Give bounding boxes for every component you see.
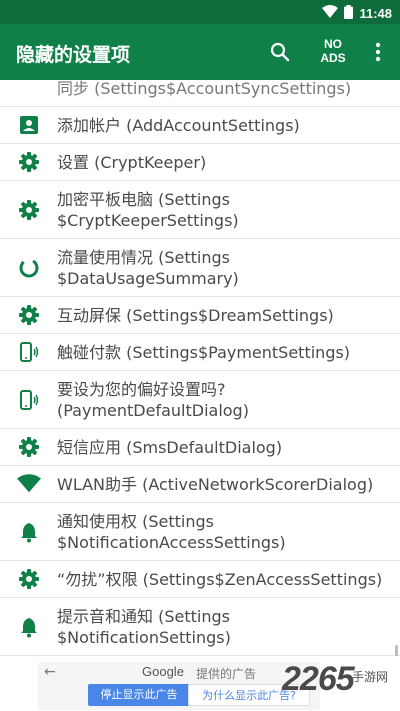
list-item-label: WLAN助手 (ActiveNetworkScorerDialog) xyxy=(57,474,374,494)
list-item-label: 流量使用情况 (Settings $DataUsageSummary) xyxy=(57,247,239,288)
list-item[interactable]: “勿扰”权限 (Settings$ZenAccessSettings) xyxy=(0,561,400,598)
status-time: 11:48 xyxy=(359,6,392,21)
ad-banner: ← Google 提供的广告 停止显示此广告 为什么显示此广告? 2265 手游… xyxy=(0,656,400,711)
ad-box: ← Google 提供的广告 停止显示此广告 为什么显示此广告? xyxy=(38,662,320,710)
watermark-site: 手游网 xyxy=(352,670,389,684)
gear-icon xyxy=(17,435,41,459)
gear-icon xyxy=(17,303,41,327)
page-title: 隐藏的设置项 xyxy=(16,44,131,66)
list-item-label: “勿扰”权限 (Settings$ZenAccessSettings) xyxy=(57,569,383,589)
ad-provided-text: 提供的广告 xyxy=(196,667,257,681)
search-icon xyxy=(270,42,290,62)
list-item[interactable]: 设置 (CryptKeeper) xyxy=(0,144,400,181)
list-item-label: 触碰付款 (Settings$PaymentSettings) xyxy=(57,342,351,362)
list-item-label: 添加帐户 (AddAccountSettings) xyxy=(57,115,300,135)
list-item[interactable]: 添加帐户 (AddAccountSettings) xyxy=(0,107,400,144)
stop-ad-button[interactable]: 停止显示此广告 xyxy=(88,684,190,706)
list-item[interactable]: 提示音和通知 (Settings $NotificationSettings) xyxy=(0,598,400,656)
watermark-number: 2265 xyxy=(282,660,355,698)
list-item-label: 短信应用 (SmsDefaultDialog) xyxy=(57,437,283,457)
wifi-icon xyxy=(322,4,339,23)
list-item[interactable]: 要设为您的偏好设置吗? (PaymentDefaultDialog) xyxy=(0,371,400,429)
bell-icon xyxy=(17,615,41,639)
gear-icon xyxy=(17,150,41,174)
list-item-label: 要设为您的偏好设置吗? (PaymentDefaultDialog) xyxy=(57,379,249,420)
list-item-label: 设置 (CryptKeeper) xyxy=(57,152,207,172)
app-bar: 隐藏的设置项 NO ADS xyxy=(0,24,400,80)
account-box-icon xyxy=(17,113,41,137)
settings-list: 同步 (Settings$AccountSyncSettings) 添加帐户 (… xyxy=(0,80,400,656)
list-item-label: 通知使用权 (Settings $NotificationAccessSetti… xyxy=(57,511,286,552)
list-item[interactable]: 互动屏保 (Settings$DreamSettings) xyxy=(0,297,400,334)
ad-brand: Google xyxy=(142,664,184,679)
gear-icon xyxy=(17,198,41,222)
data-usage-icon xyxy=(17,256,41,280)
no-ads-label-line1: NO xyxy=(324,37,342,51)
bell-icon xyxy=(17,520,41,544)
list-item[interactable]: 同步 (Settings$AccountSyncSettings) xyxy=(0,80,400,107)
list-item[interactable]: 通知使用权 (Settings $NotificationAccessSetti… xyxy=(0,503,400,561)
scrollbar[interactable] xyxy=(395,645,398,656)
list-item[interactable]: 加密平板电脑 (Settings $CryptKeeperSettings) xyxy=(0,181,400,239)
status-bar: 11:48 xyxy=(0,0,400,24)
list-item[interactable]: WLAN助手 (ActiveNetworkScorerDialog) xyxy=(0,466,400,503)
gear-icon xyxy=(17,567,41,591)
list-item-label: 提示音和通知 (Settings $NotificationSettings) xyxy=(57,606,231,647)
ad-back-arrow[interactable]: ← xyxy=(44,664,56,680)
search-button[interactable] xyxy=(266,38,294,66)
list-item-label: 互动屏保 (Settings$DreamSettings) xyxy=(57,305,334,325)
more-options-button[interactable] xyxy=(368,40,388,64)
list-item[interactable]: 短信应用 (SmsDefaultDialog) xyxy=(0,429,400,466)
sync-icon xyxy=(17,80,41,100)
battery-icon xyxy=(344,4,354,23)
list-item-label: 加密平板电脑 (Settings $CryptKeeperSettings) xyxy=(57,189,239,230)
wifi-icon xyxy=(17,472,41,496)
nfc-phone-icon xyxy=(17,388,41,412)
list-item[interactable]: 流量使用情况 (Settings $DataUsageSummary) xyxy=(0,239,400,297)
no-ads-label-line2: ADS xyxy=(320,51,346,65)
list-item[interactable]: 触碰付款 (Settings$PaymentSettings) xyxy=(0,334,400,371)
list-item-label: 同步 (Settings$AccountSyncSettings) xyxy=(57,80,352,98)
nfc-phone-icon xyxy=(17,340,41,364)
site-watermark: 2265 手游网 xyxy=(282,660,400,706)
more-vert-icon xyxy=(375,42,381,62)
no-ads-button[interactable]: NO ADS xyxy=(314,37,352,65)
